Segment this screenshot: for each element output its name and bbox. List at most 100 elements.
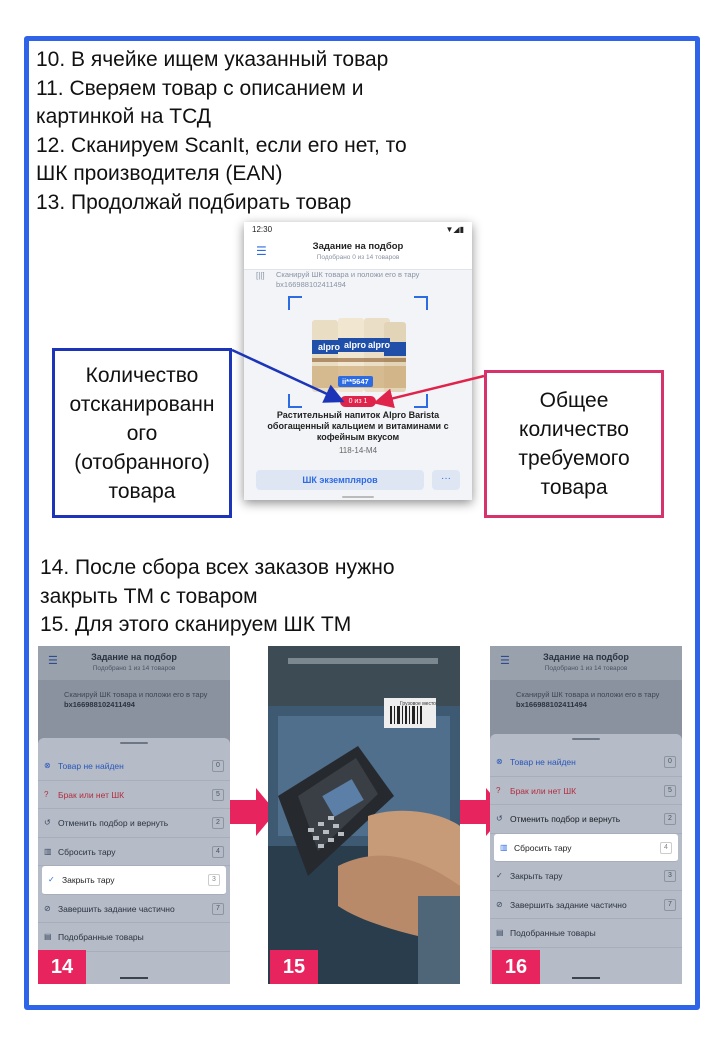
callout-picked-count: Количество отсканированн ого (отобранног… xyxy=(52,348,232,518)
callout-line: требуемого xyxy=(518,447,630,470)
screen-title: Задание на подбор xyxy=(312,241,404,252)
document-icon: ▤ xyxy=(44,932,52,941)
question-circle-icon: ? xyxy=(496,785,501,795)
viewfinder-corner xyxy=(414,296,428,310)
menu-item-label: Завершить задание частично xyxy=(58,903,175,914)
shortcut-key: 3 xyxy=(664,870,676,882)
menu-item-reset-tote[interactable]: ▥ Сбросить тару 4 xyxy=(494,833,678,862)
screenshot-14: ☰ Задание на подбор Подобрано 1 из 14 то… xyxy=(38,646,230,984)
home-indicator xyxy=(342,496,374,498)
barcode-icon: ▥ xyxy=(500,842,508,852)
callout-line: товара xyxy=(540,476,608,499)
undo-icon: ↺ xyxy=(496,814,503,823)
barcode-icon: ▥ xyxy=(44,846,52,856)
menu-item-reset-tote[interactable]: ▥ Сбросить тару 4 xyxy=(38,838,230,866)
scan-hint-text: Сканируй ШК товара и положи его в тару b… xyxy=(276,270,420,289)
menu-item-label: Брак или нет ШК xyxy=(510,785,577,796)
close-circle-icon: ⊗ xyxy=(496,757,503,766)
svg-text:alpro: alpro xyxy=(318,342,341,352)
callout-line: (отобранного) xyxy=(74,450,210,474)
tote-code: bx166988102411494 xyxy=(64,700,135,709)
menu-item-cancel-pick[interactable]: ↺ Отменить подбор и вернуть 2 xyxy=(38,809,230,838)
status-icons: ▼◢▮ xyxy=(445,224,464,234)
shortcut-key: 2 xyxy=(664,813,676,825)
callout-line: отсканированн xyxy=(69,392,215,416)
menu-item-label: Отменить подбор и вернуть xyxy=(510,814,621,824)
sheet-handle[interactable] xyxy=(120,742,148,744)
callout-line: товара xyxy=(108,479,176,503)
menu-item-defect[interactable]: ? Брак или нет ШК 5 xyxy=(38,781,230,809)
viewfinder-corner xyxy=(288,394,302,408)
product-viewfinder: alpro alpro alpro ii**5647 xyxy=(288,296,428,408)
phone-screenshot: 12:30 ▼◢▮ ☰ Задание на подбор Подобрано … xyxy=(244,222,472,500)
step-line: 14. После сбора всех заказов нужно xyxy=(40,556,395,579)
menu-item-finish-partial[interactable]: ⊘ Завершить задание частично 7 xyxy=(38,895,230,923)
scanner-photo: Грузовое место xyxy=(268,646,460,984)
action-sheet: ⊗ Товар не найден 0 ? Брак или нет ШК 5 ↺ Отм… xyxy=(38,738,230,984)
tote-code: bx166988102411494 xyxy=(516,700,587,709)
shortcut-key: 0 xyxy=(664,756,676,768)
step-line: закрыть ТМ с товаром xyxy=(40,584,258,608)
screen-subtitle: Подобрано 1 из 14 товаров xyxy=(92,665,176,672)
step-line: 15. Для этого сканируем ШК ТМ xyxy=(40,613,352,636)
menu-item-close-tote[interactable]: ✓ Закрыть тару 3 xyxy=(42,866,226,895)
check-circle-icon: ⊘ xyxy=(44,903,51,913)
callout-line: Общее xyxy=(539,389,609,412)
shortcut-key: 7 xyxy=(664,898,676,911)
screen-title: Задание на подбор xyxy=(91,652,177,662)
undo-icon: ↺ xyxy=(44,818,51,827)
menu-item-not-found[interactable]: ⊗ Товар не найден 0 xyxy=(38,752,230,781)
action-sheet: ⊗ Товар не найден 0 ? Брак или нет ШК 5 ↺ Отм… xyxy=(490,734,682,984)
viewfinder-corner xyxy=(414,394,428,408)
shortcut-key: 3 xyxy=(208,874,220,886)
menu-item-picked-goods[interactable]: ▤ Подобранные товары xyxy=(490,919,682,948)
shortcut-key: 4 xyxy=(660,841,672,854)
screen-subtitle: Подобрано 1 из 14 товаров xyxy=(544,665,628,672)
screenshot-16: ☰ Задание на подбор Подобрано 1 из 14 то… xyxy=(490,646,682,984)
close-circle-icon: ⊗ xyxy=(44,761,51,770)
dimmed-header: ☰ Задание на подбор Подобрано 1 из 14 то… xyxy=(38,646,230,680)
menu-item-close-tote[interactable]: ✓ Закрыть тару 3 xyxy=(490,862,682,891)
menu-item-cancel-pick[interactable]: ↺ Отменить подбор и вернуть 2 xyxy=(490,805,682,834)
svg-text:alpro: alpro xyxy=(368,340,391,350)
shortcut-key: 7 xyxy=(212,902,224,915)
menu-item-label: Отменить подбор и вернуть xyxy=(58,818,169,828)
menu-item-label: Товар не найден xyxy=(58,761,124,771)
product-name: Растительный напиток Alpro Barista обога… xyxy=(267,410,449,442)
barcode-scan-icon: [||] xyxy=(256,271,265,280)
more-options-button[interactable]: ··· xyxy=(432,470,460,490)
menu-item-not-found[interactable]: ⊗ Товар не найден 0 xyxy=(490,748,682,777)
scan-hint-text: Сканируй ШК товара и положи его в тару xyxy=(64,690,208,699)
shortcut-key: 0 xyxy=(212,760,224,772)
question-circle-icon: ? xyxy=(44,789,49,799)
menu-item-label: Сбросить тару xyxy=(58,846,116,857)
cell-tag: ii**5647 xyxy=(338,376,373,387)
photo-label: Грузовое место xyxy=(400,701,436,707)
instructions-middle: 14. После сбора всех заказов нужно закры… xyxy=(40,554,395,640)
menu-item-label: Закрыть тару xyxy=(510,871,563,881)
document-icon: ▤ xyxy=(496,928,504,937)
instructions-top: 10. В ячейке ищем указанный товар 11. Св… xyxy=(36,46,407,217)
scan-hint-text: Сканируй ШК товара и положи его в тару xyxy=(516,690,660,699)
viewfinder-corner xyxy=(288,296,302,310)
menu-item-defect[interactable]: ? Брак или нет ШК 5 xyxy=(490,777,682,805)
step-badge: 16 xyxy=(492,950,540,984)
menu-item-label: Завершить задание частично xyxy=(510,899,627,910)
menu-item-picked-goods[interactable]: ▤ Подобранные товары xyxy=(38,923,230,952)
instances-barcode-button[interactable]: ШК экземпляров xyxy=(256,470,424,490)
picked-count-badge: 0 из 1 xyxy=(340,396,376,407)
menu-item-label: Брак или нет ШК xyxy=(58,789,125,800)
step-line: картинкой на ТСД xyxy=(36,105,212,128)
step-line: 10. В ячейке ищем указанный товар xyxy=(36,48,389,71)
scan-hint: Сканируй ШК товара и положи его в тару b… xyxy=(64,690,214,710)
svg-text:alpro: alpro xyxy=(344,340,367,350)
screen-title: Задание на подбор xyxy=(543,652,629,662)
check-icon: ✓ xyxy=(496,871,503,880)
menu-item-label: Закрыть тару xyxy=(62,875,115,885)
sheet-handle[interactable] xyxy=(572,738,600,740)
cell-code: 118-14-M4 xyxy=(338,446,378,455)
step-line: 11. Сверяем товар с описанием и xyxy=(36,76,364,100)
step-line: 13. Продолжай подбирать товар xyxy=(36,190,352,214)
menu-item-finish-partial[interactable]: ⊘ Завершить задание частично 7 xyxy=(490,891,682,919)
clock: 12:30 xyxy=(252,224,273,234)
